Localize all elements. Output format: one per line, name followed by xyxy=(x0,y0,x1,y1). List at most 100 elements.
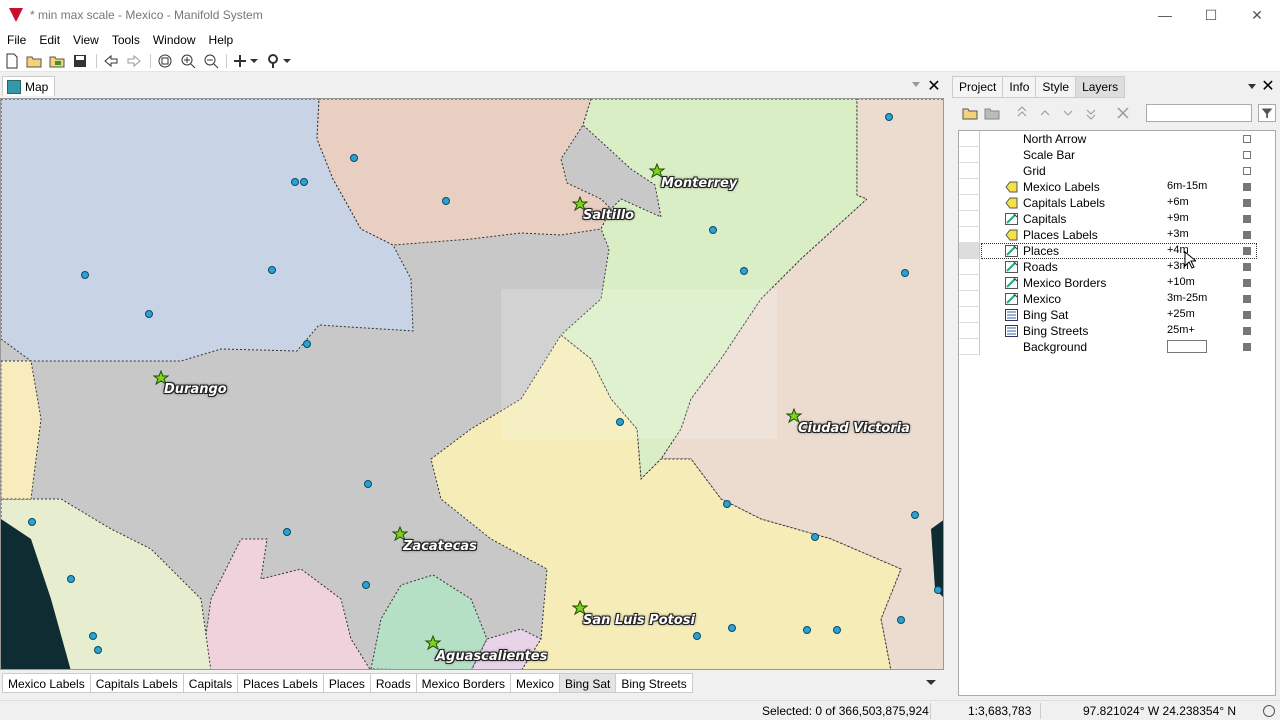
layer-tab-active[interactable]: Bing Sat xyxy=(559,673,617,693)
layer-tab[interactable]: Mexico Borders xyxy=(416,673,511,693)
layer-row-handle[interactable] xyxy=(959,227,980,243)
menu-tools[interactable]: Tools xyxy=(105,30,146,47)
menu-help[interactable]: Help xyxy=(202,30,240,47)
layer-row-handle[interactable] xyxy=(959,259,980,275)
menu-view[interactable]: View xyxy=(66,30,105,47)
layer-visibility-checkbox[interactable] xyxy=(1243,247,1251,255)
layer-visibility-checkbox[interactable] xyxy=(1243,279,1251,287)
layer-row-handle[interactable] xyxy=(959,307,980,323)
location-pin-icon[interactable] xyxy=(265,53,281,69)
layer-row[interactable]: North Arrow xyxy=(959,131,1275,147)
zoom-out-icon[interactable] xyxy=(203,53,219,69)
layer-row[interactable]: Mexico 3m-25m xyxy=(959,291,1275,307)
open-folder-icon[interactable] xyxy=(26,53,42,69)
chevron-down-icon[interactable] xyxy=(249,53,259,69)
map-canvas[interactable]: Monterrey Saltillo Durango Ciudad Victor… xyxy=(0,98,944,670)
close-map-button[interactable]: ✕ xyxy=(926,76,942,95)
delete-icon[interactable] xyxy=(1115,105,1131,121)
menu-edit[interactable]: Edit xyxy=(32,30,66,47)
layer-row-handle[interactable] xyxy=(959,179,980,195)
new-file-icon[interactable] xyxy=(4,53,20,69)
layer-tab[interactable]: Capitals Labels xyxy=(90,673,184,693)
back-arrow-icon[interactable] xyxy=(103,53,119,69)
tab-layers[interactable]: Layers xyxy=(1075,76,1126,98)
layer-row-handle[interactable] xyxy=(959,275,980,291)
layer-row[interactable]: Bing Streets 25m+ xyxy=(959,323,1275,339)
layer-visibility-checkbox[interactable] xyxy=(1243,151,1251,159)
minimize-button[interactable]: — xyxy=(1142,0,1188,30)
save-icon[interactable] xyxy=(72,53,88,69)
chevron-down-icon[interactable] xyxy=(912,82,920,87)
layer-tab[interactable]: Mexico Labels xyxy=(2,673,91,693)
layer-row[interactable]: Bing Sat +25m xyxy=(959,307,1275,323)
zoom-to-fit-icon[interactable] xyxy=(157,53,173,69)
layer-row-handle[interactable] xyxy=(959,163,980,179)
chevron-down-icon[interactable] xyxy=(282,53,292,69)
layer-visibility-checkbox[interactable] xyxy=(1243,327,1251,335)
layer-visibility-checkbox[interactable] xyxy=(1243,231,1251,239)
layer-visibility-checkbox[interactable] xyxy=(1243,311,1251,319)
layers-filter-input[interactable] xyxy=(1146,104,1252,122)
menu-file[interactable]: File xyxy=(0,30,32,47)
layer-row-handle[interactable] xyxy=(959,323,980,339)
layer-name: Mexico Labels xyxy=(1023,180,1100,194)
layer-row[interactable]: Roads +3m xyxy=(959,259,1275,275)
circle-status-icon[interactable] xyxy=(1262,704,1276,718)
maximize-button[interactable]: ☐ xyxy=(1188,0,1234,30)
layer-visibility-checkbox[interactable] xyxy=(1243,343,1251,351)
layer-row-handle[interactable] xyxy=(959,131,980,147)
layer-row[interactable]: Places +4m xyxy=(959,243,1275,259)
layer-row-handle[interactable] xyxy=(959,291,980,307)
layer-row-handle[interactable] xyxy=(959,211,980,227)
layer-row[interactable]: Mexico Borders +10m xyxy=(959,275,1275,291)
layer-row[interactable]: Background xyxy=(959,339,1275,355)
folder-icon[interactable] xyxy=(962,105,978,121)
layer-visibility-checkbox[interactable] xyxy=(1243,295,1251,303)
close-pane-button[interactable]: ✕ xyxy=(1260,76,1276,95)
tab-map[interactable]: Map xyxy=(2,76,56,96)
layer-row[interactable]: Capitals +9m xyxy=(959,211,1275,227)
tab-style[interactable]: Style xyxy=(1035,76,1076,98)
add-icon[interactable] xyxy=(232,53,248,69)
drawing-icon xyxy=(1005,245,1018,257)
layer-row-handle[interactable] xyxy=(959,147,980,163)
layer-row[interactable]: Grid xyxy=(959,163,1275,179)
layer-tab[interactable]: Roads xyxy=(370,673,417,693)
layer-tab[interactable]: Bing Streets xyxy=(616,673,693,693)
layer-tab[interactable]: Places Labels xyxy=(238,673,324,693)
layer-row[interactable]: Mexico Labels 6m-15m xyxy=(959,179,1275,195)
layer-tab[interactable]: Mexico xyxy=(510,673,560,693)
layer-row[interactable]: Scale Bar xyxy=(959,147,1275,163)
layer-row-handle[interactable] xyxy=(959,243,980,259)
layer-row-handle[interactable] xyxy=(959,195,980,211)
tab-info[interactable]: Info xyxy=(1002,76,1036,98)
filter-icon[interactable] xyxy=(1258,104,1276,122)
menu-window[interactable]: Window xyxy=(146,30,202,47)
zoom-in-icon[interactable] xyxy=(180,53,196,69)
layer-row[interactable]: Capitals Labels +6m xyxy=(959,195,1275,211)
layer-visibility-checkbox[interactable] xyxy=(1243,167,1251,175)
background-color-swatch[interactable] xyxy=(1167,340,1207,353)
layer-row-handle[interactable] xyxy=(959,339,980,355)
move-up-icon[interactable] xyxy=(1037,105,1053,121)
layer-row[interactable]: Places Labels +3m xyxy=(959,227,1275,243)
layer-visibility-checkbox[interactable] xyxy=(1243,199,1251,207)
move-bottom-icon[interactable] xyxy=(1083,105,1099,121)
tab-project[interactable]: Project xyxy=(952,76,1003,98)
layer-name: Bing Streets xyxy=(1023,324,1089,338)
cursor-coordinates: 97.821024° W 24.238354° N xyxy=(1083,704,1237,718)
close-window-button[interactable]: ✕ xyxy=(1234,0,1280,30)
move-top-icon[interactable] xyxy=(1014,105,1030,121)
move-down-icon[interactable] xyxy=(1060,105,1076,121)
chevron-down-icon[interactable] xyxy=(1248,84,1256,89)
layer-visibility-checkbox[interactable] xyxy=(1243,215,1251,223)
layer-tab[interactable]: Capitals xyxy=(183,673,239,693)
folder-stack-icon[interactable] xyxy=(984,105,1000,121)
layer-visibility-checkbox[interactable] xyxy=(1243,183,1251,191)
layer-visibility-checkbox[interactable] xyxy=(1243,135,1251,143)
forward-arrow-icon[interactable] xyxy=(126,53,142,69)
open-project-icon[interactable] xyxy=(49,53,65,69)
chevron-down-icon[interactable] xyxy=(926,680,936,685)
layer-visibility-checkbox[interactable] xyxy=(1243,263,1251,271)
layer-tab[interactable]: Places xyxy=(323,673,371,693)
